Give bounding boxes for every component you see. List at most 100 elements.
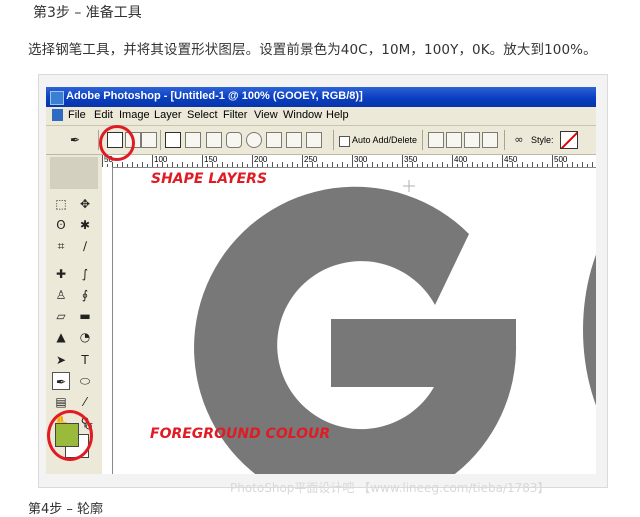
menu-select[interactable]: Select bbox=[187, 109, 218, 121]
path-select-icon[interactable]: ➤ bbox=[52, 351, 70, 369]
subtract-mode-icon[interactable] bbox=[446, 132, 462, 148]
shape-tool-icon[interactable]: ⬭ bbox=[76, 372, 94, 390]
highlight-circle-shape-layers bbox=[99, 125, 135, 161]
ruler-tick bbox=[392, 162, 393, 167]
ruler-horizontal[interactable]: 50100150200250300350400450500550600 bbox=[102, 155, 596, 168]
ruler-tick bbox=[457, 164, 458, 167]
ruler-tick bbox=[377, 164, 378, 167]
exclude-mode-icon[interactable] bbox=[482, 132, 498, 148]
ruler-tick bbox=[572, 162, 573, 167]
magic-wand-icon[interactable]: ✱ bbox=[76, 216, 94, 234]
style-swatch[interactable] bbox=[560, 131, 578, 149]
auto-add-delete-checkbox[interactable] bbox=[339, 136, 350, 147]
crop-tool-icon[interactable]: ⌗ bbox=[52, 237, 70, 255]
ruler-tick bbox=[332, 162, 333, 167]
menu-view[interactable]: View bbox=[254, 109, 278, 121]
notes-tool-icon[interactable]: ▤ bbox=[52, 393, 70, 411]
pen-icon[interactable] bbox=[165, 132, 181, 148]
menu-filter[interactable]: Filter bbox=[223, 109, 247, 121]
rectangle-icon[interactable] bbox=[206, 132, 222, 148]
ruler-tick bbox=[522, 162, 523, 167]
ruler-tick bbox=[197, 164, 198, 167]
ruler-tick bbox=[472, 162, 473, 167]
ellipse-icon[interactable] bbox=[246, 132, 262, 148]
ruler-tick bbox=[202, 155, 203, 167]
move-tool-icon[interactable]: ✥ bbox=[76, 195, 94, 213]
marquee-tool-icon[interactable]: ⬚ bbox=[52, 195, 70, 213]
ruler-tick bbox=[567, 164, 568, 167]
link-icon[interactable]: ∞ bbox=[510, 131, 528, 149]
ruler-tick bbox=[147, 164, 148, 167]
blur-tool-icon[interactable]: ▲ bbox=[52, 328, 70, 346]
ruler-tick bbox=[222, 162, 223, 167]
ruler-tick bbox=[157, 164, 158, 167]
letter-o-shape bbox=[583, 254, 596, 406]
ruler-tick bbox=[292, 162, 293, 167]
line-icon[interactable] bbox=[286, 132, 302, 148]
ruler-tick bbox=[132, 162, 133, 167]
ruler-tick bbox=[467, 164, 468, 167]
title-bar[interactable]: Adobe Photoshop - [Untitled-1 @ 100% (GO… bbox=[46, 87, 596, 107]
ruler-tick bbox=[267, 164, 268, 167]
rounded-rectangle-icon[interactable] bbox=[226, 132, 242, 148]
intersect-mode-icon[interactable] bbox=[464, 132, 480, 148]
ruler-label: 350 bbox=[404, 155, 418, 164]
ruler-vertical[interactable] bbox=[102, 167, 113, 474]
polygon-icon[interactable] bbox=[266, 132, 282, 148]
pen-preset-icon[interactable]: ✒ bbox=[66, 131, 84, 149]
type-tool-icon[interactable]: T bbox=[76, 351, 94, 369]
ruler-tick bbox=[527, 164, 528, 167]
menu-help[interactable]: Help bbox=[326, 109, 349, 121]
ruler-tick bbox=[182, 162, 183, 167]
healing-brush-icon[interactable]: ✚ bbox=[52, 265, 70, 283]
ruler-tick bbox=[357, 164, 358, 167]
ruler-tick bbox=[177, 164, 178, 167]
ruler-tick bbox=[142, 162, 143, 167]
custom-shape-icon[interactable] bbox=[306, 132, 322, 148]
ruler-tick bbox=[557, 164, 558, 167]
gradient-tool-icon[interactable]: ▬ bbox=[76, 307, 94, 325]
menu-file[interactable]: File bbox=[68, 109, 86, 121]
ruler-tick bbox=[272, 162, 273, 167]
ruler-tick bbox=[102, 155, 103, 167]
ruler-tick bbox=[152, 155, 153, 167]
ruler-label: 400 bbox=[454, 155, 468, 164]
ruler-label: 300 bbox=[354, 155, 368, 164]
menu-layer[interactable]: Layer bbox=[154, 109, 182, 121]
crosshair-cursor-icon bbox=[403, 180, 415, 192]
ruler-tick bbox=[517, 164, 518, 167]
ruler-tick bbox=[297, 164, 298, 167]
freeform-pen-icon[interactable] bbox=[185, 132, 201, 148]
menu-image[interactable]: Image bbox=[119, 109, 150, 121]
ruler-tick bbox=[237, 164, 238, 167]
slice-tool-icon[interactable]: ∕ bbox=[76, 237, 94, 255]
clone-stamp-icon[interactable]: ♙ bbox=[52, 286, 70, 304]
history-brush-icon[interactable]: ∮ bbox=[76, 286, 94, 304]
eyedropper-icon[interactable]: ⁄ bbox=[76, 393, 94, 411]
eraser-tool-icon[interactable]: ▱ bbox=[52, 307, 70, 325]
menu-edit[interactable]: Edit bbox=[94, 109, 113, 121]
brush-tool-icon[interactable]: ∫ bbox=[76, 265, 94, 283]
dodge-tool-icon[interactable]: ◔ bbox=[76, 328, 94, 346]
ruler-tick bbox=[122, 162, 123, 167]
lasso-tool-icon[interactable]: ʘ bbox=[52, 216, 70, 234]
ruler-tick bbox=[282, 162, 283, 167]
ruler-tick bbox=[592, 162, 593, 167]
app-menu-icon[interactable] bbox=[52, 109, 63, 121]
auto-add-delete-label: Auto Add/Delete bbox=[352, 135, 418, 145]
ruler-tick bbox=[417, 164, 418, 167]
pen-tool-icon[interactable]: ✒ bbox=[52, 372, 70, 390]
ruler-tick bbox=[117, 164, 118, 167]
foreground-colour-annotation: FOREGROUND COLOUR bbox=[150, 426, 331, 442]
ruler-tick bbox=[397, 164, 398, 167]
ruler-tick bbox=[352, 155, 353, 167]
ruler-tick bbox=[587, 164, 588, 167]
ruler-tick bbox=[307, 164, 308, 167]
combine-mode-icon[interactable] bbox=[428, 132, 444, 148]
ruler-tick bbox=[487, 164, 488, 167]
menu-window[interactable]: Window bbox=[283, 109, 322, 121]
ruler-tick bbox=[492, 162, 493, 167]
canvas[interactable]: GO SHAPE LAYERS FOREGROUND COLOUR bbox=[113, 168, 596, 474]
ruler-label: 100 bbox=[154, 155, 168, 164]
fill-pixels-icon[interactable] bbox=[141, 132, 157, 148]
